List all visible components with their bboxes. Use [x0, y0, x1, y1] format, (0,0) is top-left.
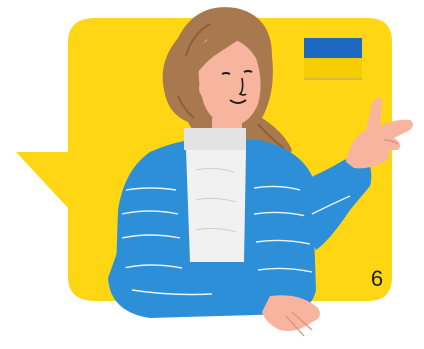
ukraine-flag-icon: [304, 38, 362, 80]
speech-card: 6: [0, 0, 424, 344]
page-number: 6: [370, 266, 384, 291]
